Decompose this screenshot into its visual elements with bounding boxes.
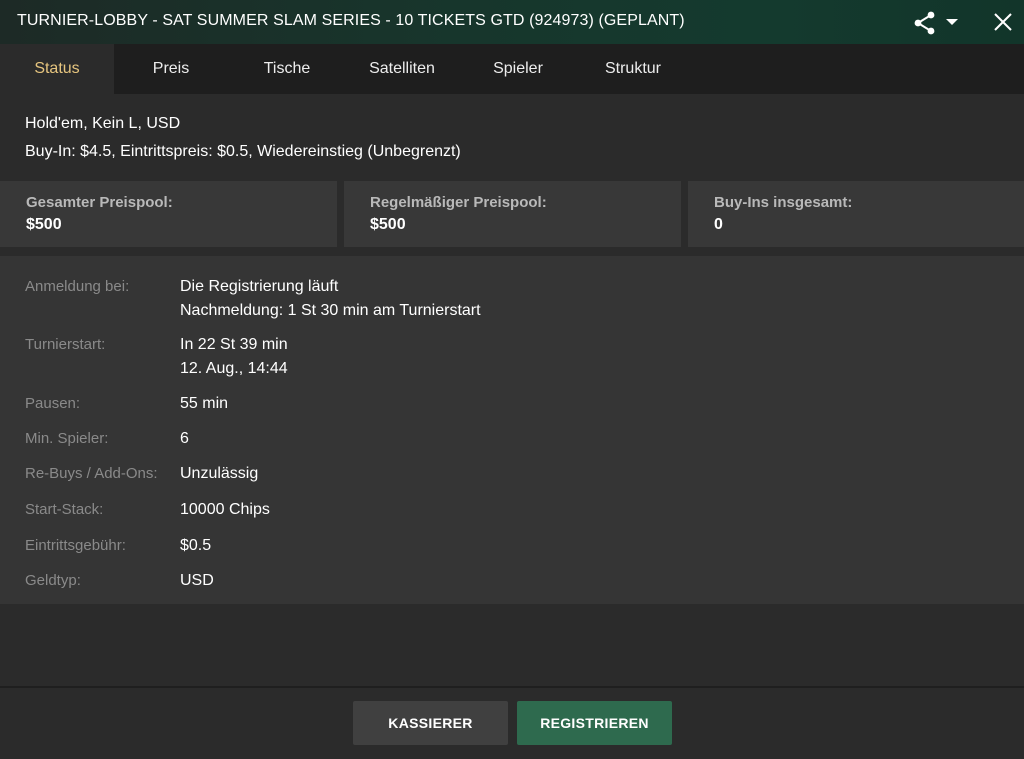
prize-summary: Gesamter Preispool: $500 Regelmäßiger Pr…: [0, 181, 1024, 247]
card-regular-prizepool: Regelmäßiger Preispool: $500: [344, 181, 681, 247]
tab-bar: Status Preis Tische Satelliten Spieler S…: [0, 44, 1024, 94]
start-countdown: In 22 St 39 min: [180, 336, 288, 353]
detail-value-rebuys: Unzulässig: [180, 465, 259, 482]
close-button[interactable]: [990, 9, 1016, 35]
detail-value-min-players: 6: [180, 430, 189, 447]
card-value: 0: [714, 216, 723, 233]
detail-value-start: In 22 St 39 min 12. Aug., 14:44: [180, 333, 288, 381]
game-type: Hold'em, Kein L, USD: [25, 115, 181, 132]
tab-preis[interactable]: Preis: [114, 44, 228, 94]
share-menu-button[interactable]: [912, 10, 962, 36]
detail-label-rebuys: Re-Buys / Add-Ons:: [25, 465, 158, 482]
detail-value-entry-fee: $0.5: [180, 537, 212, 554]
tab-struktur[interactable]: Struktur: [576, 44, 690, 94]
tournament-lobby-window: TURNIER-LOBBY - SAT SUMMER SLAM SERIES -…: [0, 0, 1024, 759]
caret-down-icon: [946, 19, 958, 25]
tab-spieler[interactable]: Spieler: [461, 44, 575, 94]
buyin-info: Buy-In: $4.5, Eintrittspreis: $0.5, Wied…: [25, 143, 461, 160]
card-label: Gesamter Preispool:: [26, 194, 173, 211]
close-icon: [994, 13, 1012, 31]
share-icon: [914, 11, 958, 35]
tab-satelliten[interactable]: Satelliten: [345, 44, 459, 94]
tab-status[interactable]: Status: [0, 44, 114, 94]
detail-label-breaks: Pausen:: [25, 395, 81, 412]
detail-value-registration: Die Registrierung läuft Nachmeldung: 1 S…: [180, 275, 481, 323]
card-label: Regelmäßiger Preispool:: [370, 194, 547, 211]
tab-tische[interactable]: Tische: [230, 44, 344, 94]
card-label: Buy-Ins insgesamt:: [714, 194, 853, 211]
registration-status: Die Registrierung läuft: [180, 278, 339, 295]
window-title: TURNIER-LOBBY - SAT SUMMER SLAM SERIES -…: [17, 12, 685, 29]
start-datetime: 12. Aug., 14:44: [180, 360, 288, 377]
detail-value-start-stack: 10000 Chips: [180, 501, 270, 518]
footer-actions: KASSIERER REGISTRIEREN: [0, 688, 1024, 759]
detail-label-entry-fee: Eintrittsgebühr:: [25, 537, 126, 554]
card-total-prizepool: Gesamter Preispool: $500: [0, 181, 337, 247]
game-info: Hold'em, Kein L, USD Buy-In: $4.5, Eintr…: [25, 110, 461, 166]
detail-label-min-players: Min. Spieler:: [25, 430, 109, 447]
detail-label-start-stack: Start-Stack:: [25, 501, 104, 518]
detail-label-currency: Geldtyp:: [25, 572, 81, 589]
detail-label-registration: Anmeldung bei:: [25, 278, 130, 295]
detail-value-currency: USD: [180, 572, 214, 589]
cashier-button[interactable]: KASSIERER: [353, 701, 508, 745]
detail-label-start: Turnierstart:: [25, 336, 106, 353]
title-bar: TURNIER-LOBBY - SAT SUMMER SLAM SERIES -…: [0, 0, 1024, 44]
late-registration: Nachmeldung: 1 St 30 min am Turnierstart: [180, 302, 481, 319]
detail-value-breaks: 55 min: [180, 395, 229, 412]
register-button[interactable]: REGISTRIEREN: [517, 701, 672, 745]
card-value: $500: [370, 216, 406, 233]
card-total-buyins: Buy-Ins insgesamt: 0: [688, 181, 1024, 247]
card-value: $500: [26, 216, 62, 233]
tournament-details: Anmeldung bei: Die Registrierung läuft N…: [0, 256, 1024, 604]
